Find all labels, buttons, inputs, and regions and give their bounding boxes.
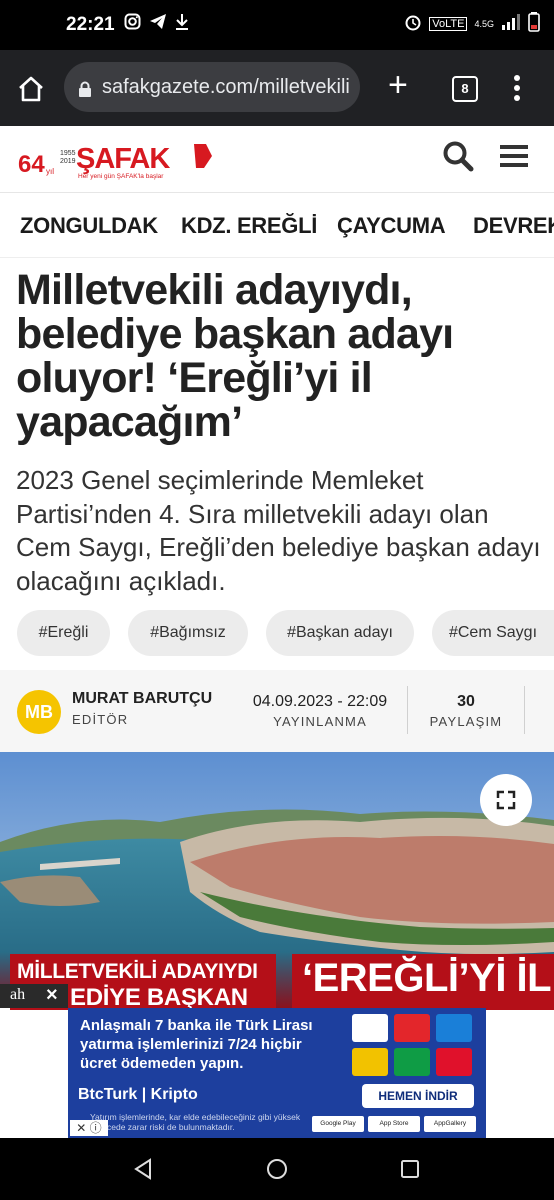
bank-logo [436, 1048, 472, 1076]
svg-text:64: 64 [18, 151, 45, 178]
home-icon[interactable] [16, 74, 46, 104]
status-bar: 22:21 VoLTE 4.5G [0, 0, 554, 50]
share-count-label: PAYLAŞIM [429, 714, 503, 729]
image-overlay-left-line1: MİLLETVEKİLİ ADAYIYDI [17, 960, 258, 983]
ad-disclaimer: Yatırım işlemlerinde, kar elde edebilece… [90, 1112, 301, 1132]
author-role: EDİTÖR [72, 712, 129, 727]
ad-info-icon[interactable]: ✕ ⓘ [70, 1120, 108, 1136]
nav-item-kdz-eregli[interactable]: KDZ. EREĞLİ [181, 213, 317, 239]
ad-headline: Anlaşmalı 7 banka ile Türk Lirası yatırm… [80, 1017, 313, 1072]
download-icon [175, 13, 189, 35]
bank-logo [394, 1048, 430, 1076]
notification-icons [124, 13, 189, 35]
publish-date-label: YAYINLANMA [273, 714, 367, 729]
svg-text:2019: 2019 [60, 158, 76, 165]
back-icon[interactable] [132, 1158, 154, 1185]
ad-bank-logos [352, 1014, 472, 1076]
volte-badge: VoLTE [429, 17, 468, 31]
svg-text:1955: 1955 [60, 150, 76, 157]
site-logo[interactable]: 64 yıl 1955 2019 ŞAFAK Her yeni gün ŞAFA… [16, 140, 214, 180]
tag-bagimsiz[interactable]: #Bağımsız [128, 610, 248, 656]
article-summary: 2023 Genel seçimlerinde Memleket Partisi… [16, 465, 541, 596]
ad-brand: BtcTurk | Kripto [78, 1086, 198, 1103]
tag-baskan-adayi[interactable]: #Başkan adayı [266, 610, 414, 656]
url-text: safakgazete.com/milletvekili [102, 75, 350, 98]
ad-banner[interactable]: Anlaşmalı 7 banka ile Türk Lirası yatırm… [68, 1008, 486, 1138]
fullscreen-button[interactable] [480, 774, 532, 826]
tag-cem-saygi[interactable]: #Cem Saygı [432, 610, 554, 656]
network-type: 4.5G [474, 19, 494, 29]
nav-item-zonguldak[interactable]: ZONGULDAK [20, 213, 158, 239]
fullscreen-icon [496, 790, 516, 810]
alarm-icon [404, 13, 422, 35]
svg-text:yıl: yıl [46, 167, 54, 176]
nav-item-devrek[interactable]: DEVREK [473, 213, 554, 239]
app-store-badge[interactable]: App Store [368, 1116, 420, 1132]
plus-icon[interactable]: + [388, 68, 408, 102]
article-title: Milletvekili adayıydı, belediye başkan a… [16, 266, 454, 446]
home-nav-icon[interactable] [266, 1158, 288, 1185]
nav-item-caycuma[interactable]: ÇAYCUMA [337, 213, 446, 239]
ad-close-bar: ah × [0, 984, 68, 1008]
publish-date: 04.09.2023 - 22:09 [252, 693, 388, 710]
menu-icon[interactable] [500, 144, 528, 173]
more-icon[interactable] [512, 74, 522, 107]
bank-logo [352, 1014, 388, 1042]
appgallery-badge[interactable]: AppGallery [424, 1116, 476, 1132]
address-bar[interactable]: safakgazete.com/milletvekili [64, 62, 360, 112]
image-overlay-right: ‘EREĞLİ’Yİ İL [302, 956, 552, 1000]
svg-text:ŞAFAK: ŞAFAK [76, 143, 170, 175]
category-nav: ZONGULDAK KDZ. EREĞLİ ÇAYCUMA DEVREK [0, 193, 554, 258]
system-icons: VoLTE 4.5G [404, 12, 540, 36]
ad-logo-icon: ah [10, 986, 26, 1003]
bank-logo [394, 1014, 430, 1042]
status-time: 22:21 [66, 14, 115, 35]
site-header: 64 yıl 1955 2019 ŞAFAK Her yeni gün ŞAFA… [0, 126, 554, 193]
bank-logo [436, 1014, 472, 1042]
meta-divider [407, 686, 408, 734]
bank-logo [352, 1048, 388, 1076]
svg-text:Her yeni gün ŞAFAK'la başlar: Her yeni gün ŞAFAK'la başlar [78, 173, 164, 180]
author-name[interactable]: MURAT BARUTÇU [72, 690, 212, 708]
share-count: 30 [457, 693, 475, 710]
search-icon[interactable] [442, 140, 474, 177]
system-navigation-bar [0, 1138, 554, 1200]
lock-icon [78, 80, 92, 97]
ad-cta-button[interactable]: HEMEN İNDİR [362, 1084, 474, 1108]
browser-toolbar: safakgazete.com/milletvekili + 8 [0, 50, 554, 126]
article-meta: MB MURAT BARUTÇU EDİTÖR 04.09.2023 - 22:… [0, 670, 554, 752]
ad-store-badges: Google Play App Store AppGallery [312, 1116, 476, 1132]
telegram-icon [149, 13, 167, 35]
recents-icon[interactable] [400, 1159, 420, 1184]
signal-icon [501, 14, 521, 34]
ad-close-button[interactable]: × [46, 984, 58, 1007]
tabs-icon[interactable]: 8 [452, 76, 478, 102]
avatar[interactable]: MB [17, 690, 61, 734]
instagram-icon [124, 13, 141, 35]
google-play-badge[interactable]: Google Play [312, 1116, 364, 1132]
tag-eregli[interactable]: #Ereğli [17, 610, 110, 656]
battery-icon [528, 12, 540, 36]
meta-divider [524, 686, 525, 734]
